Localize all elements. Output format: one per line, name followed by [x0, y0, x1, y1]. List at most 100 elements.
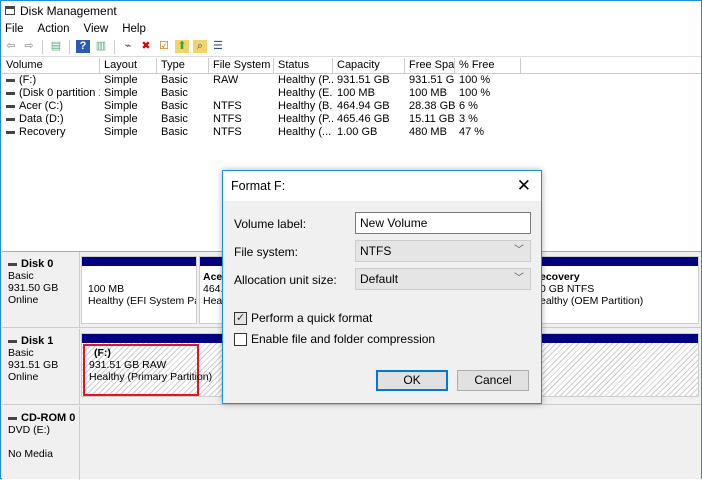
quick-format-checkbox[interactable]: ✓ Perform a quick format: [234, 311, 372, 325]
volume-drive-icon: [6, 78, 15, 82]
toolbar-separator: [114, 39, 115, 54]
file-system-select[interactable]: NTFS ﹀: [355, 240, 531, 262]
column-type[interactable]: Type: [157, 58, 209, 73]
cell-text: 15.11 GB: [409, 113, 455, 125]
volume-list-header: Volume Layout Type File System Status Ca…: [2, 58, 701, 74]
cell-layout: Simple: [100, 100, 157, 113]
ok-button[interactable]: OK: [376, 370, 448, 391]
cell-text: 6 %: [459, 100, 478, 112]
cancel-button[interactable]: Cancel: [457, 370, 529, 391]
partition-f[interactable]: (F:) 931.51 GB RAW Healthy (Primary Partit…: [83, 344, 212, 396]
cell-free-space: 100 MB: [405, 87, 455, 100]
partition-size: 100 MB: [88, 283, 125, 295]
disk-type: Basic: [8, 270, 34, 282]
partition-status: Healthy (Primary Partition): [89, 371, 213, 383]
cdrom-icon: [8, 416, 17, 420]
disk-icon: [8, 339, 17, 343]
cell-text: Simple: [104, 126, 138, 138]
cell-layout: Simple: [100, 74, 157, 87]
volume-drive-icon: [6, 130, 15, 134]
close-icon[interactable]: ✕: [517, 177, 531, 194]
help-icon[interactable]: ?: [76, 40, 90, 53]
cell-volume: Data (D:): [2, 113, 100, 126]
compression-label: Enable file and folder compression: [251, 332, 436, 346]
connect-icon[interactable]: ⌁: [121, 40, 135, 53]
list-icon[interactable]: ☰: [211, 40, 225, 53]
folder-up-icon[interactable]: ⬆: [175, 40, 189, 53]
menu-view[interactable]: View: [84, 23, 109, 35]
console-tree-icon[interactable]: ▤: [49, 40, 63, 53]
cell-text: 47 %: [459, 126, 485, 138]
menu-bar: File Action View Help: [1, 20, 701, 37]
cell-text: Basic: [161, 74, 188, 86]
forward-arrow-icon[interactable]: ⇨: [22, 40, 36, 53]
disk-size: 931.51 GB: [8, 359, 59, 371]
menu-action[interactable]: Action: [38, 23, 70, 35]
cell-free-space: 480 MB: [405, 126, 455, 139]
cell-text: NTFS: [213, 113, 242, 125]
cell-file-system: NTFS: [209, 126, 274, 139]
disk-0-label[interactable]: Disk 0 Basic 931.50 GB Online: [2, 252, 80, 327]
cell-capacity: 100 MB: [333, 87, 405, 100]
cell-text: Healthy (...: [278, 126, 332, 138]
cell-status: Healthy (B...: [274, 100, 333, 113]
cell-volume: Acer (C:): [2, 100, 100, 113]
cell-type: Basic: [157, 113, 209, 126]
cell-text: 480 MB: [409, 126, 447, 138]
table-row[interactable]: (Disk 0 partition 1) Simple Basic Healthy (…: [2, 87, 701, 100]
allocation-unit-size-value: Default: [360, 272, 399, 286]
back-arrow-icon[interactable]: ⇦: [4, 40, 18, 53]
cell-percent-free: 100 %: [455, 74, 521, 87]
partition-efi[interactable]: 100 MBHealthy (EFI System Partiti: [81, 256, 197, 324]
cell-text: Simple: [104, 87, 138, 99]
table-row[interactable]: Data (D:) Simple Basic NTFS Healthy (P... 465…: [2, 113, 701, 126]
cell-text: Recovery: [19, 126, 66, 138]
volume-label-input[interactable]: New Volume: [355, 212, 531, 234]
partition-status: ealthy (OEM Partition): [540, 295, 644, 307]
compression-checkbox[interactable]: Enable file and folder compression: [234, 332, 435, 346]
cell-text: 931.51 GB: [409, 74, 455, 86]
menu-help[interactable]: Help: [122, 23, 146, 35]
menu-file[interactable]: File: [5, 23, 24, 35]
table-row[interactable]: Recovery Simple Basic NTFS Healthy (... 1.00 …: [2, 126, 701, 139]
disk-status: No Media: [8, 448, 53, 460]
column-layout[interactable]: Layout: [100, 58, 157, 73]
cell-capacity: 1.00 GB: [333, 126, 405, 139]
cell-file-system: NTFS: [209, 113, 274, 126]
allocation-unit-size-select[interactable]: Default ﹀: [355, 268, 531, 290]
action-pane-icon[interactable]: ▥: [94, 40, 108, 53]
folder-search-icon[interactable]: ⌕: [193, 40, 207, 53]
cell-capacity: 931.51 GB: [333, 74, 405, 87]
toolbar-separator: [69, 39, 70, 54]
cell-layout: Simple: [100, 87, 157, 100]
quick-format-label: Perform a quick format: [251, 311, 373, 325]
dialog-title-bar: Format F: ✕: [223, 171, 541, 201]
column-percent-free[interactable]: % Free: [455, 58, 521, 73]
column-free-space[interactable]: Free Spa...: [405, 58, 455, 73]
window-title: Disk Management: [20, 3, 117, 18]
cell-text: Acer (C:): [19, 100, 63, 112]
cell-text: 931.51 GB: [337, 74, 390, 86]
properties-icon[interactable]: ☑: [157, 40, 171, 53]
checkmark-icon: ✓: [234, 311, 247, 325]
table-row[interactable]: Acer (C:) Simple Basic NTFS Healthy (B... 464…: [2, 100, 701, 113]
title-bar: Disk Management: [1, 1, 701, 20]
column-file-system[interactable]: File System: [209, 58, 274, 73]
delete-icon[interactable]: ✖: [139, 40, 153, 53]
checkbox-empty-icon: [234, 332, 247, 346]
column-volume[interactable]: Volume: [2, 58, 100, 73]
cdrom-0-label[interactable]: CD-ROM 0 DVD (E:) No Media: [2, 406, 80, 480]
disk-name: Disk 0: [21, 258, 54, 270]
table-row[interactable]: (F:) Simple Basic RAW Healthy (P... 931.51 GB…: [2, 74, 701, 87]
allocation-unit-size-label: Allocation unit size:: [234, 273, 337, 287]
column-status[interactable]: Status: [274, 58, 333, 73]
dialog-title: Format F:: [231, 179, 286, 193]
partition-size: 0 GB NTFS: [540, 283, 595, 295]
disk-status: Online: [8, 294, 39, 306]
file-system-value: NTFS: [360, 244, 392, 258]
partition-status: Healthy (EFI System Partiti: [88, 295, 196, 307]
disk-1-label[interactable]: Disk 1 Basic 931.51 GB Online: [2, 329, 80, 404]
cell-text: 1.00 GB: [337, 126, 378, 138]
cell-type: Basic: [157, 126, 209, 139]
column-capacity[interactable]: Capacity: [333, 58, 405, 73]
